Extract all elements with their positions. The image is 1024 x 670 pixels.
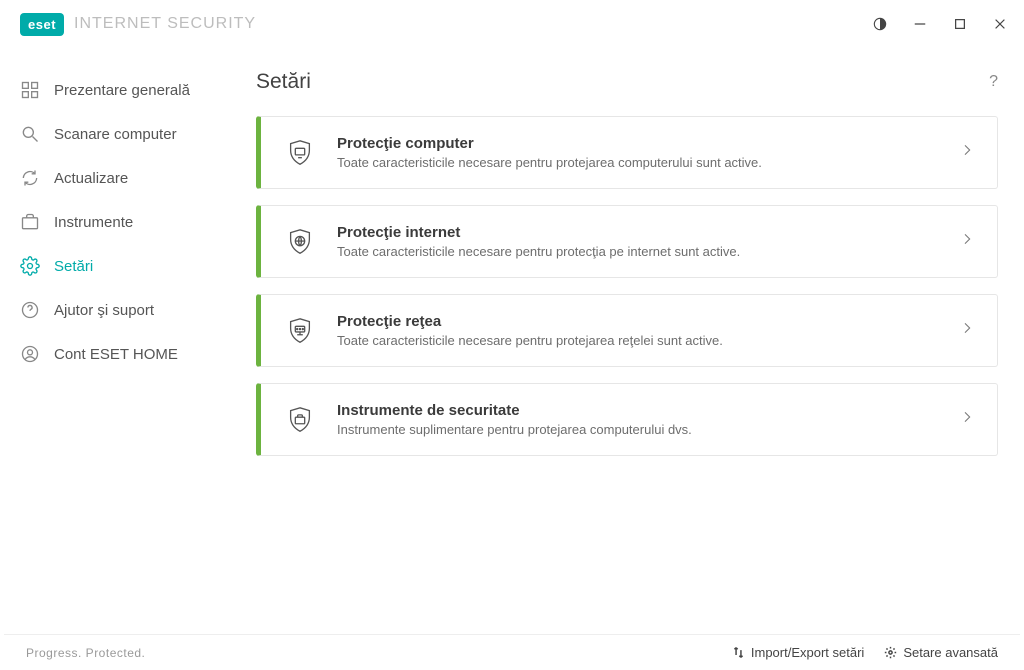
sidebar-item-label: Instrumente (54, 214, 133, 231)
sidebar-item-overview[interactable]: Prezentare generală (0, 68, 230, 112)
main-panel: Setări ? Protecţie computer Toate caract… (230, 48, 1024, 634)
sidebar: Prezentare generală Scanare computer Act… (0, 48, 230, 634)
chevron-right-icon (959, 142, 975, 163)
card-security-tools[interactable]: Instrumente de securitate Instrumente su… (256, 383, 998, 456)
card-desc: Toate caracteristicile necesare pentru p… (337, 333, 959, 348)
page-title: Setări (256, 70, 311, 94)
product-name: INTERNET SECURITY (74, 15, 256, 33)
sidebar-item-label: Scanare computer (54, 126, 177, 143)
magnifier-icon (20, 124, 40, 144)
close-button[interactable] (992, 16, 1008, 32)
chevron-right-icon (959, 409, 975, 430)
card-title: Instrumente de securitate (337, 402, 959, 419)
import-export-label: Import/Export setări (751, 645, 864, 660)
user-circle-icon (20, 344, 40, 364)
card-computer-protection[interactable]: Protecţie computer Toate caracteristicil… (256, 116, 998, 189)
shield-monitor-icon (283, 136, 317, 170)
card-desc: Toate caracteristicile necesare pentru p… (337, 155, 959, 170)
footer-tagline: Progress. Protected. (26, 646, 145, 660)
card-network-protection[interactable]: Protecţie reţea Toate caracteristicile n… (256, 294, 998, 367)
import-export-button[interactable]: Import/Export setări (732, 645, 864, 660)
sidebar-item-update[interactable]: Actualizare (0, 156, 230, 200)
page-header: Setări ? (256, 70, 998, 94)
card-desc: Toate caracteristicile necesare pentru p… (337, 244, 959, 259)
sidebar-item-scan[interactable]: Scanare computer (0, 112, 230, 156)
sidebar-item-label: Ajutor şi suport (54, 302, 154, 319)
dashboard-icon (20, 80, 40, 100)
titlebar: eset INTERNET SECURITY (0, 0, 1024, 48)
gear-icon (20, 256, 40, 276)
chevron-right-icon (959, 320, 975, 341)
sidebar-item-settings[interactable]: Setări (0, 244, 230, 288)
advanced-settings-label: Setare avansată (903, 645, 998, 660)
contrast-icon[interactable] (872, 16, 888, 32)
card-internet-protection[interactable]: Protecţie internet Toate caracteristicil… (256, 205, 998, 278)
sidebar-item-label: Prezentare generală (54, 82, 190, 99)
brand-badge: eset (20, 13, 64, 36)
card-desc: Instrumente suplimentare pentru protejar… (337, 422, 959, 437)
shield-network-icon (283, 314, 317, 348)
advanced-settings-button[interactable]: Setare avansată (884, 645, 998, 660)
sidebar-item-label: Setări (54, 258, 93, 275)
refresh-icon (20, 168, 40, 188)
footer: Progress. Protected. Import/Export setăr… (4, 634, 1020, 670)
help-icon[interactable]: ? (989, 73, 998, 91)
chevron-right-icon (959, 231, 975, 252)
sidebar-item-tools[interactable]: Instrumente (0, 200, 230, 244)
help-circle-icon (20, 300, 40, 320)
sidebar-item-help[interactable]: Ajutor şi suport (0, 288, 230, 332)
maximize-button[interactable] (952, 16, 968, 32)
window-controls (872, 16, 1008, 32)
shield-briefcase-icon (283, 403, 317, 437)
card-title: Protecţie internet (337, 224, 959, 241)
shield-globe-icon (283, 225, 317, 259)
card-title: Protecţie reţea (337, 313, 959, 330)
briefcase-icon (20, 212, 40, 232)
sidebar-item-account[interactable]: Cont ESET HOME (0, 332, 230, 376)
sidebar-item-label: Actualizare (54, 170, 128, 187)
card-title: Protecţie computer (337, 135, 959, 152)
sidebar-item-label: Cont ESET HOME (54, 346, 178, 363)
minimize-button[interactable] (912, 16, 928, 32)
